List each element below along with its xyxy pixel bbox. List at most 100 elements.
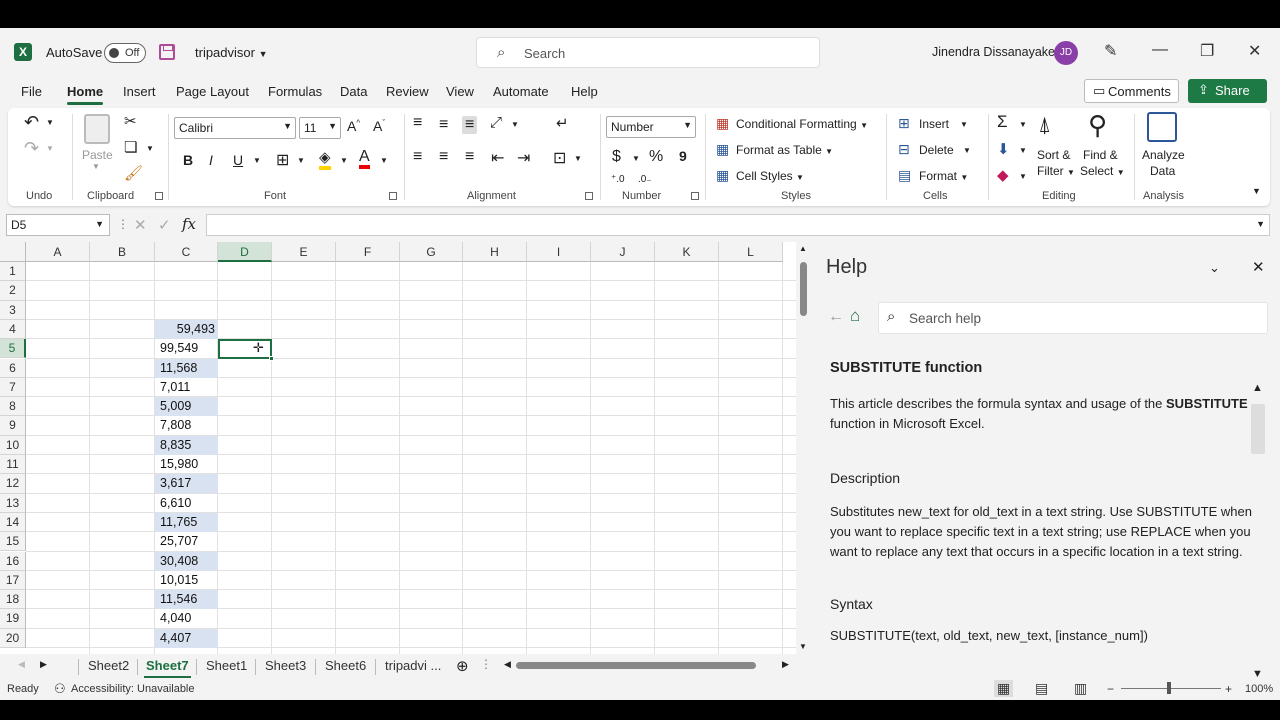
row-header-1[interactable]: 1	[0, 262, 26, 282]
row-header-2[interactable]: 2	[0, 281, 26, 301]
column-header-b[interactable]: B	[90, 242, 155, 262]
cell-c10[interactable]: 8,835	[155, 435, 218, 455]
font-name-combo[interactable]: Calibri ▼	[174, 117, 296, 139]
tab-automate[interactable]: Automate	[493, 84, 549, 99]
analyze-data-icon[interactable]	[1147, 112, 1177, 142]
row-header-14[interactable]: 14	[0, 512, 26, 533]
fill-icon[interactable]: ⬇	[997, 140, 1010, 158]
chevron-down-icon[interactable]: ▼	[146, 144, 154, 153]
cell-c15[interactable]: 25,707	[155, 532, 218, 551]
wrap-text-icon[interactable]: ↵	[556, 114, 569, 132]
close-icon[interactable]: ✕	[1248, 41, 1261, 61]
ribbon-collapse-icon[interactable]: ▼	[1252, 186, 1261, 196]
sort-filter-label-2[interactable]: Filter ▼	[1037, 164, 1075, 178]
restore-icon[interactable]: ❐	[1200, 41, 1214, 61]
search-box[interactable]: ⌕ Search	[476, 37, 820, 68]
row-header-18[interactable]: 18	[0, 590, 26, 610]
insert-function-button[interactable]: fx	[182, 215, 196, 233]
tab-data[interactable]: Data	[340, 84, 367, 99]
column-header-j[interactable]: J	[591, 242, 655, 262]
tab-view[interactable]: View	[446, 84, 474, 99]
sheet-tab[interactable]: Sheet1	[206, 658, 247, 673]
sheet-tab[interactable]: tripadvi ...	[385, 658, 441, 673]
merge-center-icon[interactable]: ⊡	[553, 148, 566, 168]
formula-input[interactable]: ▼	[206, 214, 1270, 236]
orientation-icon[interactable]: ⤢	[490, 114, 502, 131]
chevron-down-icon[interactable]: ▼	[1019, 146, 1027, 155]
tab-file[interactable]: File	[21, 84, 42, 99]
cell-c4[interactable]: 59,493	[155, 319, 218, 339]
prev-sheet-icon[interactable]: ◀	[18, 659, 25, 670]
cell-c16[interactable]: 30,408	[155, 551, 218, 571]
font-color-icon[interactable]: A	[359, 148, 370, 169]
zoom-slider[interactable]	[1121, 688, 1221, 689]
conditional-formatting-button[interactable]: Conditional Formatting ▼	[736, 117, 868, 131]
active-cell[interactable]: ✛	[218, 339, 274, 362]
scroll-left-icon[interactable]: ◀	[504, 659, 511, 670]
column-header-f[interactable]: F	[336, 242, 400, 262]
conditional-formatting-icon[interactable]: ▦	[716, 115, 729, 132]
tab-help[interactable]: Help	[571, 84, 598, 99]
format-painter-icon[interactable]: 🖌	[124, 164, 143, 182]
cell-c11[interactable]: 15,980	[155, 455, 218, 474]
avatar[interactable]: JD	[1054, 41, 1078, 65]
row-header-15[interactable]: 15	[0, 532, 26, 552]
sheet-tab[interactable]: Sheet6	[325, 658, 366, 673]
align-top-icon[interactable]: ≡	[413, 114, 422, 132]
clear-icon[interactable]: ◆	[997, 166, 1009, 184]
home-icon[interactable]: ⌂	[850, 306, 860, 326]
align-left-icon[interactable]: ≡	[413, 148, 422, 166]
chevron-down-icon[interactable]: ▼	[960, 120, 968, 129]
analyze-data-label-2[interactable]: Data	[1150, 164, 1175, 178]
select-all-corner[interactable]	[0, 242, 26, 262]
align-right-icon[interactable]: ≡	[465, 148, 474, 166]
page-layout-view-icon[interactable]: ▤	[1035, 680, 1048, 697]
paste-icon[interactable]	[84, 114, 110, 144]
tab-home[interactable]: Home	[67, 84, 104, 105]
row-header-13[interactable]: 13	[0, 493, 26, 513]
redo-icon[interactable]: ↷	[24, 138, 39, 159]
column-header-k[interactable]: K	[655, 242, 719, 262]
accessibility-icon[interactable]: ⚇	[54, 681, 66, 697]
chevron-down-icon[interactable]: ▼	[340, 156, 348, 165]
decrease-font-icon[interactable]: Aˇ	[373, 118, 385, 134]
sheet-tab[interactable]: Sheet2	[88, 658, 129, 673]
align-bottom-icon[interactable]: ≡	[462, 116, 478, 134]
delete-cells-button[interactable]: Delete	[919, 143, 954, 157]
find-select-icon[interactable]: ⚲	[1088, 110, 1107, 141]
row-header-5[interactable]: 5	[0, 339, 26, 359]
cell-c19[interactable]: 4,040	[155, 609, 218, 628]
zoom-level[interactable]: 100%	[1245, 683, 1273, 695]
row-header-19[interactable]: 19	[0, 609, 26, 629]
cell-c8[interactable]: 5,009	[155, 397, 218, 417]
cell-c5[interactable]: 99,549	[155, 339, 218, 358]
cell-c9[interactable]: 7,808	[155, 416, 218, 435]
save-icon[interactable]	[159, 44, 175, 60]
fill-handle[interactable]	[269, 356, 274, 362]
document-name[interactable]: tripadvisor ▼	[195, 45, 268, 60]
row-header-11[interactable]: 11	[0, 455, 26, 475]
pen-icon[interactable]: ✎	[1104, 41, 1117, 61]
column-header-i[interactable]: I	[527, 242, 591, 262]
undo-icon[interactable]: ↶	[24, 112, 39, 133]
find-select-label-1[interactable]: Find &	[1083, 148, 1118, 162]
cell-c20[interactable]: 4,407	[155, 628, 218, 648]
zoom-in-icon[interactable]: +	[1225, 682, 1232, 696]
help-search-input[interactable]: ⌕ Search help	[878, 302, 1268, 334]
column-header-l[interactable]: L	[719, 242, 783, 262]
cell-c6[interactable]: 11,568	[155, 358, 218, 378]
paste-label[interactable]: Paste	[82, 148, 113, 162]
borders-icon[interactable]: ⊞	[276, 150, 289, 170]
increase-font-icon[interactable]: A^	[347, 118, 360, 134]
cell-c14[interactable]: 11,765	[155, 512, 218, 532]
row-header-16[interactable]: 16	[0, 551, 26, 571]
scroll-up-icon[interactable]: ▲	[799, 244, 807, 253]
chevron-down-icon[interactable]: ▼	[632, 154, 640, 163]
delete-cells-icon[interactable]: ⊟	[898, 141, 910, 158]
comments-button[interactable]: ▭ Comments	[1084, 79, 1179, 103]
cell-c12[interactable]: 3,617	[155, 474, 218, 494]
alignment-launcher-icon[interactable]	[585, 192, 593, 200]
analyze-data-label-1[interactable]: Analyze	[1142, 148, 1185, 162]
format-cells-icon[interactable]: ▤	[898, 167, 911, 184]
scroll-right-icon[interactable]: ▶	[782, 659, 789, 670]
